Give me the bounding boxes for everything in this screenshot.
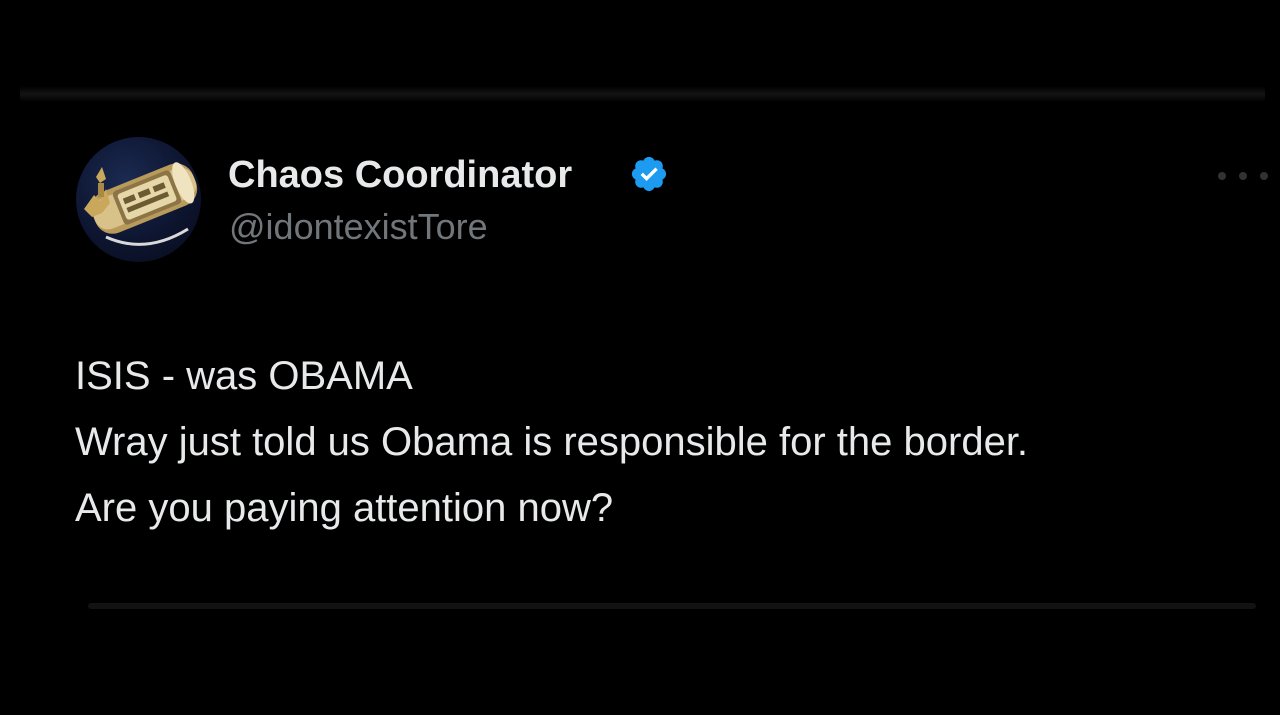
gold-ring-icon <box>84 162 198 246</box>
ellipsis-icon <box>1218 172 1226 180</box>
bottom-divider <box>88 603 1256 609</box>
verified-badge-icon <box>631 156 667 192</box>
author-handle[interactable]: @idontexistTore <box>229 205 488 249</box>
tweet-line: Are you paying attention now? <box>75 486 614 530</box>
tweet-text: ISIS - was OBAMA Wray just told us Obama… <box>75 343 1270 541</box>
author-name[interactable]: Chaos Coordinator <box>228 152 572 198</box>
tweet-view: Chaos Coordinator @idontexistTore ISIS -… <box>0 0 1280 715</box>
avatar[interactable] <box>76 137 201 262</box>
tweet-line: Wray just told us Obama is responsible f… <box>75 420 1029 464</box>
tweet-line: ISIS - was OBAMA <box>75 354 413 398</box>
top-divider <box>20 86 1265 102</box>
more-options-button[interactable] <box>1218 164 1268 188</box>
